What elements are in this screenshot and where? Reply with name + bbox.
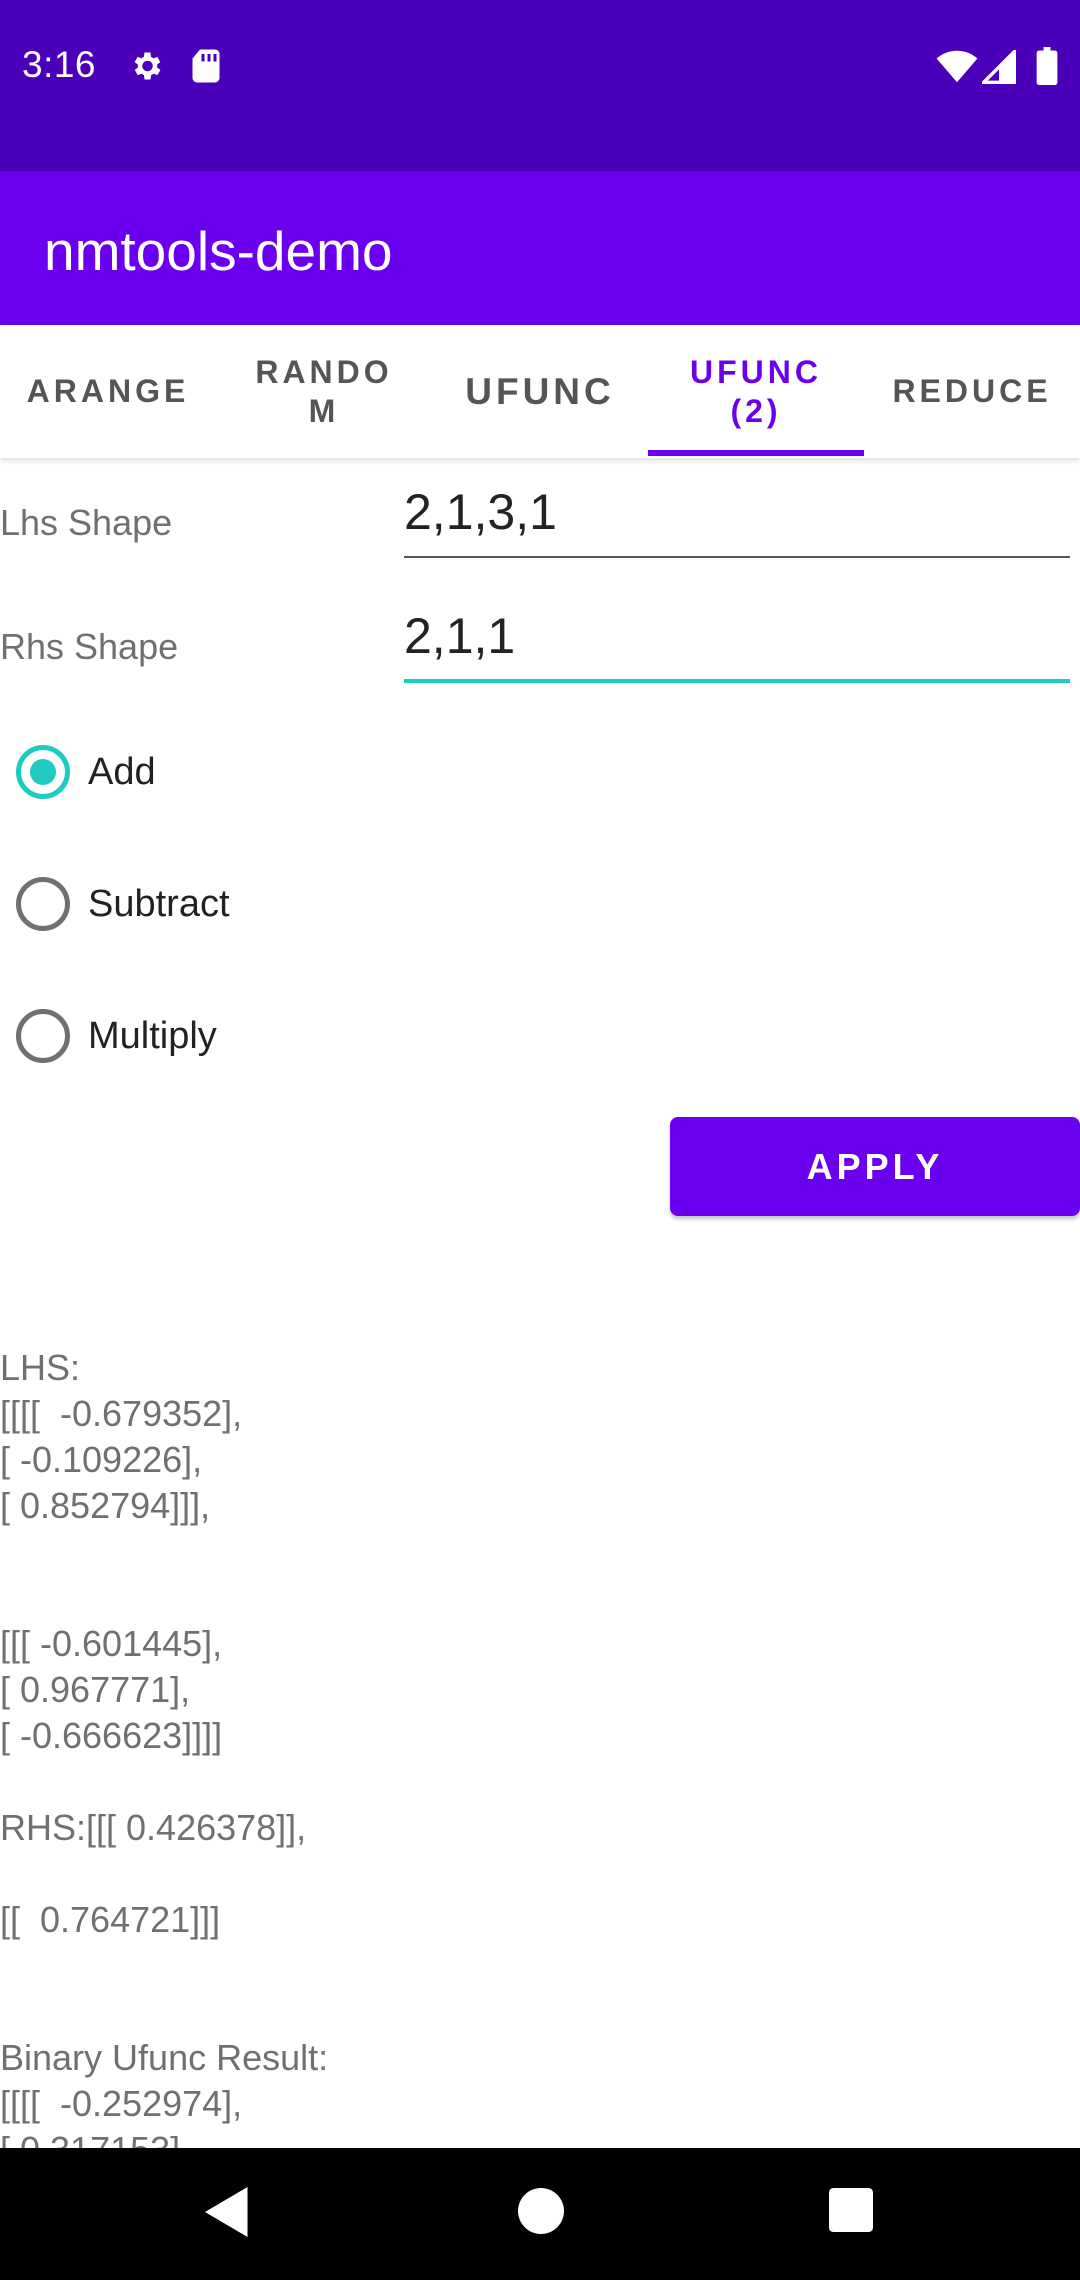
app-title: nmtools-demo [44, 220, 393, 282]
radio-subtract-label: Subtract [88, 882, 230, 925]
apply-button[interactable]: APPLY [670, 1117, 1080, 1216]
radio-add-label: Add [88, 750, 156, 793]
signal-icon [979, 47, 1016, 89]
rhs-shape-input[interactable] [404, 603, 1070, 683]
recents-icon[interactable] [829, 2188, 873, 2237]
radio-multiply-label: Multiply [88, 1014, 217, 1057]
radio-checked-icon [16, 745, 70, 799]
status-time: 3:16 [22, 44, 97, 85]
lhs-shape-label: Lhs Shape [0, 502, 173, 543]
sd-card-icon [190, 48, 222, 89]
battery-icon [1036, 47, 1058, 90]
home-icon[interactable] [518, 2188, 564, 2239]
tab-ufunc-2[interactable]: UFUNC (2) [648, 325, 864, 458]
output-text: LHS: [[[[ -0.679352], [ -0.109226], [ 0.… [0, 1347, 329, 2148]
radio-add[interactable]: Add [0, 727, 500, 817]
wifi-icon [936, 50, 978, 89]
tab-arange[interactable]: ARANGE [0, 325, 216, 458]
nav-bar [0, 2148, 1080, 2280]
lhs-shape-input[interactable] [404, 478, 1070, 558]
rhs-shape-label: Rhs Shape [0, 626, 179, 667]
radio-subtract[interactable]: Subtract [0, 859, 500, 949]
tab-random[interactable]: RANDO M [216, 325, 432, 458]
radio-unchecked-icon [16, 1009, 70, 1063]
radio-unchecked-icon [16, 877, 70, 931]
tab-ufunc[interactable]: UFUNC [432, 325, 648, 458]
tab-reduce[interactable]: REDUCE [864, 325, 1080, 458]
status-bar: 3:16 [0, 0, 1080, 171]
radio-multiply[interactable]: Multiply [0, 991, 500, 1081]
back-icon[interactable] [200, 2184, 250, 2245]
tab-bar: ARANGE RANDO M UFUNC UFUNC (2) REDUCE [0, 325, 1080, 458]
gear-icon [128, 48, 164, 89]
app-bar: nmtools-demo [0, 171, 1080, 325]
tab-indicator [648, 450, 864, 456]
